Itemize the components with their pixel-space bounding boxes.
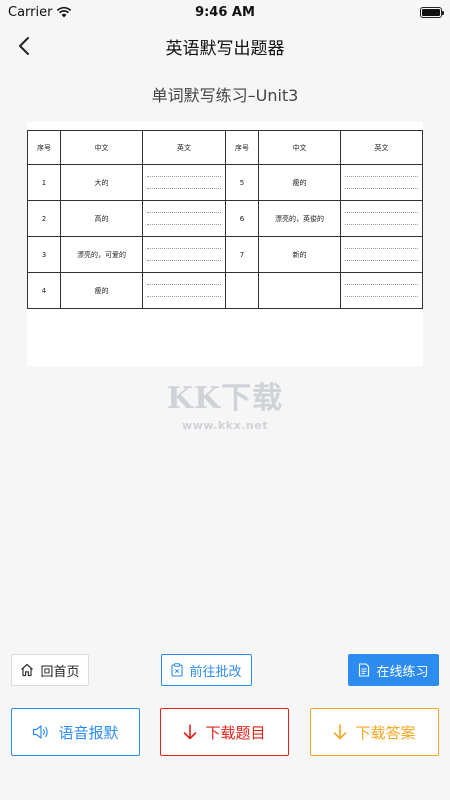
row-chinese: 瘦的 xyxy=(60,272,143,309)
document-icon xyxy=(358,663,370,677)
download-questions-label: 下载题目 xyxy=(205,723,266,742)
answer-blank xyxy=(142,200,226,237)
row-num: 1 xyxy=(27,164,61,201)
answer-blank xyxy=(142,164,226,201)
home-button-label: 回首页 xyxy=(40,664,80,680)
status-left: Carrier xyxy=(8,5,72,20)
speaker-icon xyxy=(32,724,50,740)
answer-blank xyxy=(340,236,423,273)
exercise-title: 单词默写练习–Unit3 xyxy=(151,86,299,105)
page-title: 英语默写出题器 xyxy=(165,38,285,59)
row-chinese: 大的 xyxy=(60,164,143,201)
answer-blank xyxy=(142,272,226,309)
row-chinese: 漂亮的，可爱的 xyxy=(60,236,143,273)
online-practice-button[interactable]: 在线练习 xyxy=(348,654,439,686)
header-en-left: 英文 xyxy=(142,130,226,165)
row-num: 6 xyxy=(225,200,259,237)
worksheet-table: 序号 中文 英文 序号 中文 英文 1 大的 5 瘦的 2 高的 6 漂亮的，英… xyxy=(27,130,423,309)
home-icon xyxy=(20,663,34,677)
watermark: KK下载 www.kkx.net xyxy=(165,373,285,432)
download-questions-button[interactable]: 下载题目 xyxy=(160,708,289,756)
row-num: 7 xyxy=(225,236,259,273)
table-header-row: 序号 中文 英文 序号 中文 英文 xyxy=(27,130,423,165)
table-row: 3 漂亮的，可爱的 7 新的 xyxy=(27,236,423,273)
back-button[interactable] xyxy=(10,32,38,60)
row-chinese: 高的 xyxy=(60,200,143,237)
row-chinese xyxy=(258,272,341,309)
download-answers-label: 下载答案 xyxy=(355,723,416,742)
watermark-logo: KK下载 xyxy=(166,381,284,416)
header-zh-left: 中文 xyxy=(60,130,143,165)
table-row: 1 大的 5 瘦的 xyxy=(27,164,423,201)
table-row: 2 高的 6 漂亮的，英俊的 xyxy=(27,200,423,237)
nav-bar: 英语默写出题器 xyxy=(0,24,450,68)
header-num-right: 序号 xyxy=(225,130,259,165)
header-en-right: 英文 xyxy=(340,130,423,165)
online-practice-label: 在线练习 xyxy=(376,664,429,680)
review-button[interactable]: 前往批改 xyxy=(161,654,252,686)
battery-fill xyxy=(422,8,440,16)
row-chinese: 瘦的 xyxy=(258,164,341,201)
header-num-left: 序号 xyxy=(27,130,61,165)
wifi-icon xyxy=(56,6,72,18)
arrow-down-icon xyxy=(333,724,347,740)
row-num: 2 xyxy=(27,200,61,237)
clipboard-icon xyxy=(171,663,184,677)
speech-dictation-button[interactable]: 语音报默 xyxy=(11,708,140,756)
row-chinese: 漂亮的，英俊的 xyxy=(258,200,341,237)
review-button-label: 前往批改 xyxy=(189,664,242,680)
answer-blank xyxy=(340,200,423,237)
row-chinese: 新的 xyxy=(258,236,341,273)
row-num: 5 xyxy=(225,164,259,201)
home-button[interactable]: 回首页 xyxy=(11,654,89,686)
arrow-down-icon xyxy=(183,724,197,740)
header-zh-right: 中文 xyxy=(258,130,341,165)
row-num: 3 xyxy=(27,236,61,273)
row-num: 4 xyxy=(27,272,61,309)
worksheet-preview: 序号 中文 英文 序号 中文 英文 1 大的 5 瘦的 2 高的 6 漂亮的，英… xyxy=(27,122,423,366)
watermark-url: www.kkx.net xyxy=(182,419,268,432)
answer-blank xyxy=(340,272,423,309)
main-content: 单词默写练习–Unit3 序号 中文 英文 序号 中文 英文 1 大的 5 瘦的… xyxy=(0,68,450,800)
table-row: 4 瘦的 xyxy=(27,272,423,309)
battery-icon xyxy=(420,6,444,18)
row-num xyxy=(225,272,259,309)
speech-dictation-label: 语音报默 xyxy=(58,723,119,742)
chevron-left-icon xyxy=(17,36,31,56)
download-answers-button[interactable]: 下载答案 xyxy=(310,708,439,756)
answer-blank xyxy=(340,164,423,201)
status-bar: Carrier 9:46 AM xyxy=(0,0,450,24)
carrier-label: Carrier xyxy=(8,4,53,20)
answer-blank xyxy=(142,236,226,273)
